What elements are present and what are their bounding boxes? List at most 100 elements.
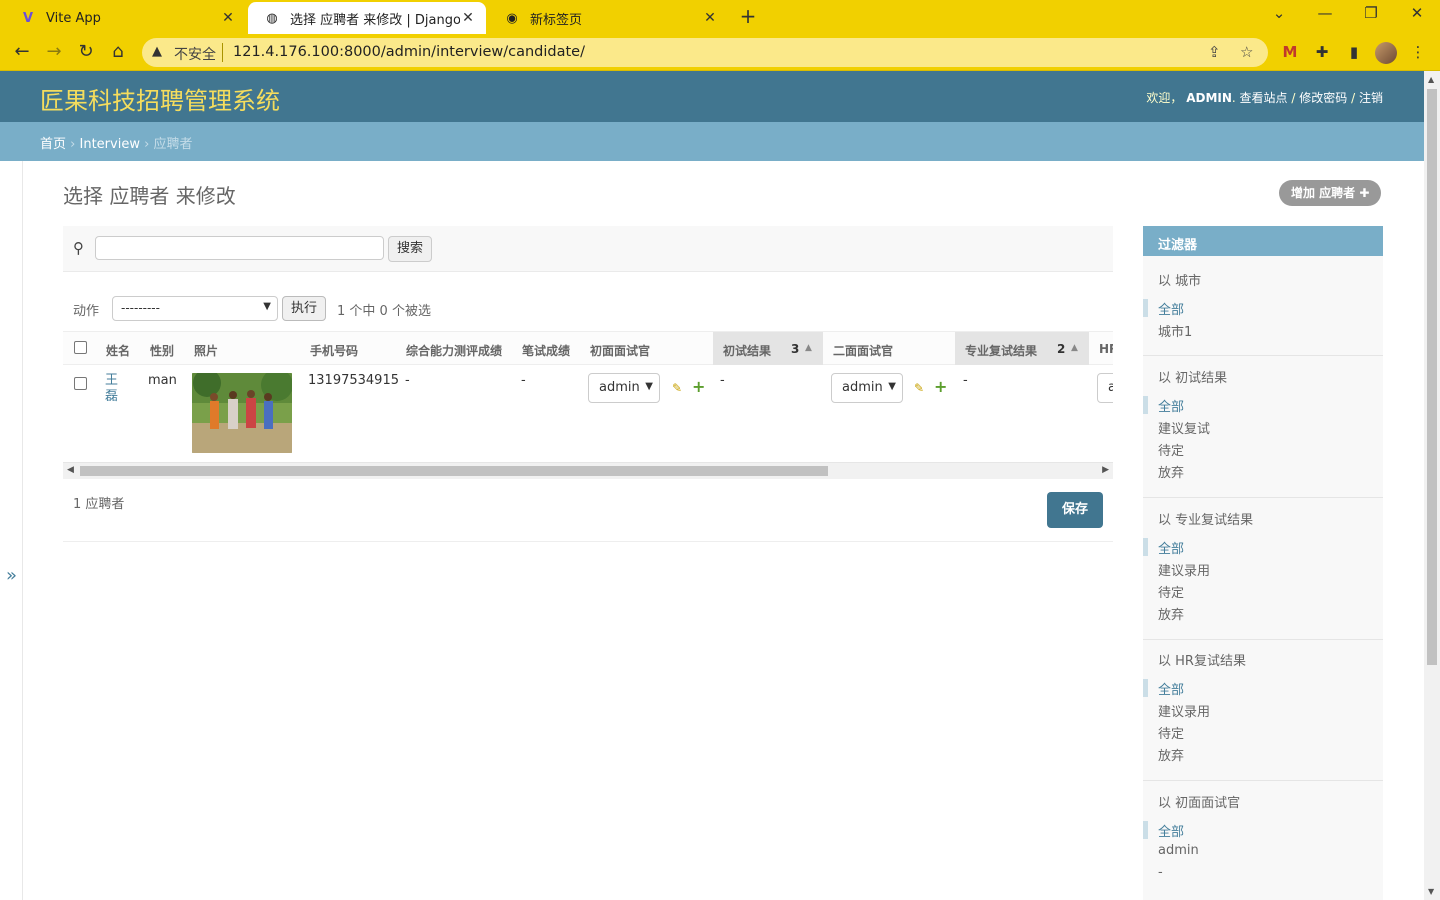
filter-item[interactable]: 放弃: [1158, 745, 1184, 764]
scrollbar-thumb[interactable]: [1427, 89, 1437, 665]
nav-sidebar-toggle[interactable]: »: [0, 161, 23, 900]
column-phone[interactable]: 手机号码: [310, 332, 358, 365]
column-gender[interactable]: 性别: [150, 332, 174, 365]
second-interviewer-select[interactable]: admin ▼: [831, 373, 903, 403]
filter-item[interactable]: 全部: [1158, 299, 1184, 318]
forward-icon[interactable]: →: [42, 41, 66, 65]
extensions-puzzle-icon[interactable]: ✚: [1312, 43, 1332, 63]
view-site-link[interactable]: 查看站点: [1240, 91, 1288, 105]
filter-item[interactable]: 放弃: [1158, 462, 1184, 481]
row-checkbox[interactable]: [74, 377, 87, 390]
breadcrumb-app[interactable]: Interview: [80, 137, 140, 152]
sort-ascending-icon[interactable]: ▲: [1071, 343, 1078, 353]
filter-item[interactable]: 待定: [1158, 723, 1184, 742]
chevron-down-icon: ▼: [263, 301, 271, 312]
expand-sidebar-icon[interactable]: »: [6, 565, 17, 586]
selected-indicator: [1143, 396, 1148, 414]
action-select[interactable]: --------- ▼: [112, 296, 278, 321]
filter-item[interactable]: 待定: [1158, 440, 1184, 459]
column-paper-score[interactable]: 笔试成绩: [522, 332, 570, 365]
run-action-button[interactable]: 执行: [282, 296, 326, 321]
scroll-left-icon[interactable]: ◀: [67, 465, 74, 475]
search-button[interactable]: 搜索: [388, 236, 432, 262]
filter-item[interactable]: 全部: [1158, 396, 1184, 415]
save-button[interactable]: 保存: [1047, 492, 1103, 528]
column-name[interactable]: 姓名: [106, 332, 130, 365]
share-icon[interactable]: ⇪: [1208, 43, 1221, 61]
scroll-up-icon[interactable]: ▲: [1428, 75, 1434, 84]
hr-interviewer-select[interactable]: a: [1097, 373, 1113, 403]
selection-counter: 1 个中 0 个被选: [337, 304, 431, 319]
filter-group-second-result: 以 专业复试结果 全部 建议录用 待定 放弃: [1143, 509, 1383, 640]
column-second-result[interactable]: 专业复试结果 2 ▲: [955, 332, 1089, 365]
breadcrumb-separator: ›: [70, 137, 76, 152]
column-photo[interactable]: 照片: [194, 332, 218, 365]
filter-item[interactable]: -: [1158, 865, 1163, 880]
search-input[interactable]: [95, 236, 384, 260]
close-tab-icon[interactable]: ✕: [702, 10, 718, 26]
side-panel-icon[interactable]: ▮: [1344, 43, 1364, 63]
close-window-icon[interactable]: ✕: [1402, 4, 1432, 22]
breadcrumb-home[interactable]: 首页: [40, 137, 66, 152]
column-second-interviewer[interactable]: 二面面试官: [833, 332, 893, 365]
extension-m-icon[interactable]: M: [1280, 43, 1300, 63]
select-all-checkbox[interactable]: [74, 341, 87, 354]
filter-item[interactable]: 建议复试: [1158, 418, 1210, 437]
restore-icon[interactable]: ❐: [1356, 4, 1386, 22]
menu-kebab-icon[interactable]: ⋮: [1408, 43, 1428, 63]
home-icon[interactable]: ⌂: [106, 41, 130, 65]
table-header: 姓名 性别 照片 手机号码 综合能力测评成绩 笔试成绩 初面面试官 初试结果 3…: [63, 331, 1113, 365]
minimize-icon[interactable]: —: [1310, 4, 1340, 22]
filter-item[interactable]: 城市1: [1158, 321, 1192, 340]
filter-sidebar: 过滤器 以 城市 全部 城市1 以 初试结果 全部 建议复试 待定 放弃 以 专…: [1143, 226, 1383, 900]
site-header: 匠果科技招聘管理系统 欢迎， ADMIN. 查看站点 / 修改密码 / 注销: [0, 71, 1424, 122]
site-title[interactable]: 匠果科技招聘管理系统: [40, 81, 280, 116]
column-test-score[interactable]: 综合能力测评成绩: [406, 332, 502, 365]
filter-item[interactable]: 放弃: [1158, 604, 1184, 623]
page-title: 选择 应聘者 来修改: [63, 184, 236, 208]
url-text[interactable]: 121.4.176.100:8000/admin/interview/candi…: [233, 44, 585, 60]
column-hr[interactable]: HR: [1099, 332, 1113, 365]
tab-new-tab[interactable]: ◉ 新标签页 ✕: [488, 2, 728, 34]
sort-ascending-icon[interactable]: ▲: [805, 343, 812, 353]
scroll-down-icon[interactable]: ▼: [1428, 887, 1434, 896]
column-first-result[interactable]: 初试结果 3 ▲: [713, 332, 823, 365]
add-related-icon[interactable]: +: [692, 377, 705, 396]
new-tab-button[interactable]: +: [736, 6, 760, 28]
edit-pencil-icon[interactable]: ✎: [914, 381, 924, 395]
scrollbar-thumb[interactable]: [80, 466, 828, 476]
first-interviewer-select[interactable]: admin ▼: [588, 373, 660, 403]
filter-item[interactable]: admin: [1158, 843, 1199, 858]
results-table: 姓名 性别 照片 手机号码 综合能力测评成绩 笔试成绩 初面面试官 初试结果 3…: [63, 331, 1113, 462]
profile-avatar[interactable]: [1375, 42, 1397, 64]
edit-pencil-icon[interactable]: ✎: [672, 381, 682, 395]
tab-django-admin[interactable]: ◍ 选择 应聘者 来修改 | Django 站点 ✕: [248, 2, 486, 34]
scroll-right-icon[interactable]: ▶: [1102, 465, 1109, 475]
close-tab-icon[interactable]: ✕: [220, 10, 236, 26]
name-char: 磊: [105, 389, 119, 404]
filter-item[interactable]: 全部: [1158, 821, 1184, 840]
add-related-icon[interactable]: +: [934, 377, 947, 396]
horizontal-scrollbar[interactable]: ◀ ▶: [63, 462, 1113, 479]
column-second-result-label: 专业复试结果: [965, 344, 1038, 358]
breadcrumb: 首页 › Interview › 应聘者: [0, 122, 1424, 161]
reload-icon[interactable]: ↻: [74, 41, 98, 65]
back-icon[interactable]: ←: [10, 41, 34, 65]
bookmark-star-icon[interactable]: ☆: [1240, 43, 1253, 61]
logout-link[interactable]: 注销: [1359, 91, 1383, 105]
filter-item[interactable]: 待定: [1158, 582, 1184, 601]
filter-item[interactable]: 建议录用: [1158, 701, 1210, 720]
tab-vite-app[interactable]: V Vite App ✕: [4, 2, 246, 34]
vertical-scrollbar[interactable]: ▲ ▼: [1424, 71, 1440, 900]
column-first-result-label: 初试结果: [723, 344, 772, 358]
add-candidate-button[interactable]: 增加 应聘者 ✚: [1279, 180, 1382, 206]
column-first-interviewer[interactable]: 初面面试官: [590, 332, 650, 365]
change-password-link[interactable]: 修改密码: [1299, 91, 1347, 105]
candidate-name-link[interactable]: 王 磊: [105, 373, 118, 405]
filter-item[interactable]: 全部: [1158, 538, 1184, 557]
close-tab-icon[interactable]: ✕: [460, 10, 476, 26]
address-bar[interactable]: ▲ 不安全 121.4.176.100:8000/admin/interview…: [142, 38, 1268, 67]
tab-search-chevron-icon[interactable]: ⌄: [1264, 4, 1294, 22]
filter-item[interactable]: 建议录用: [1158, 560, 1210, 579]
filter-item[interactable]: 全部: [1158, 679, 1184, 698]
